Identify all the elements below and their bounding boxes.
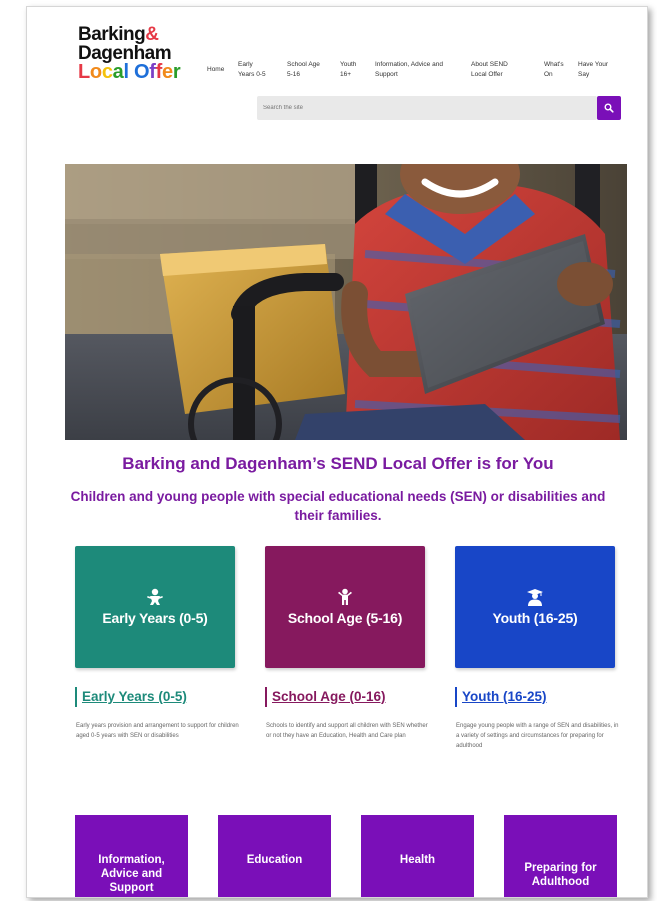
site-logo[interactable]: Barking& Dagenham Local Offer [78,24,181,83]
child-icon [338,588,352,605]
hero-image [65,164,627,440]
link-school-age-desc: Schools to identify and support all chil… [266,723,428,739]
search-input[interactable] [257,96,597,120]
link-early-years[interactable]: Early Years (0-5) [75,687,240,707]
nav-have-your-say[interactable]: Have Your Say [578,60,608,80]
logo-line1: Barking [78,24,146,45]
link-block-early-years: Early Years (0-5) Early years provision … [75,687,240,741]
nav-early-years[interactable]: Early Years 0-5 [238,60,266,80]
nav-youth[interactable]: Youth 16+ [340,60,356,80]
nav-whats-on[interactable]: What's On [544,60,564,80]
tile-youth[interactable]: Youth (16-25) [455,546,615,668]
logo-letter: O [134,61,150,83]
search-button[interactable] [597,96,621,120]
tile-youth-label: Youth (16-25) [492,610,578,626]
logo-letter: a [112,61,124,83]
tile-education[interactable]: Education [218,815,331,897]
baby-icon [147,588,163,605]
link-block-youth: Youth (16-25) Engage young people with a… [455,687,620,751]
tile-information-advice-support[interactable]: Information, Advice and Support [75,815,188,897]
nav-about-send[interactable]: About SEND Local Offer [471,60,508,80]
nav-home[interactable]: Home [207,65,224,75]
nav-school-age[interactable]: School Age 5-16 [287,60,320,80]
link-early-years-desc: Early years provision and arrangement to… [76,723,239,739]
tile-school-age[interactable]: School Age (5-16) [265,546,425,668]
logo-letter: c [101,61,113,83]
logo-ampersand: & [145,24,159,45]
tile-health[interactable]: Health [361,815,474,897]
link-youth[interactable]: Youth (16-25) [455,687,620,707]
logo-letter: o [89,61,102,83]
hero-photo-illustration [65,164,627,440]
tile-school-age-label: School Age (5-16) [287,610,403,626]
logo-letter: e [162,61,173,83]
logo-letter: L [78,61,90,83]
link-youth-desc: Engage young people with a range of SEN … [456,723,619,749]
tile-preparing-for-adulthood[interactable]: Preparing for Adulthood [504,815,617,897]
tile-early-years-label: Early Years (0-5) [102,610,208,626]
nav-information-advice-support[interactable]: Information, Advice and Support [375,60,443,80]
hero-subtitle: Children and young people with special e… [70,489,606,523]
page-frame: Barking& Dagenham Local Offer Home Early… [26,6,648,898]
link-school-age[interactable]: School Age (0-16) [265,687,430,707]
hero-title: Barking and Dagenham’s SEND Local Offer … [122,454,554,473]
logo-line3: Local Offer [78,61,181,83]
search-icon [604,103,614,113]
logo-letter: r [172,61,181,83]
tile-early-years[interactable]: Early Years (0-5) [75,546,235,668]
graduate-icon [527,589,543,606]
link-block-school-age: School Age (0-16) Schools to identify an… [265,687,430,741]
